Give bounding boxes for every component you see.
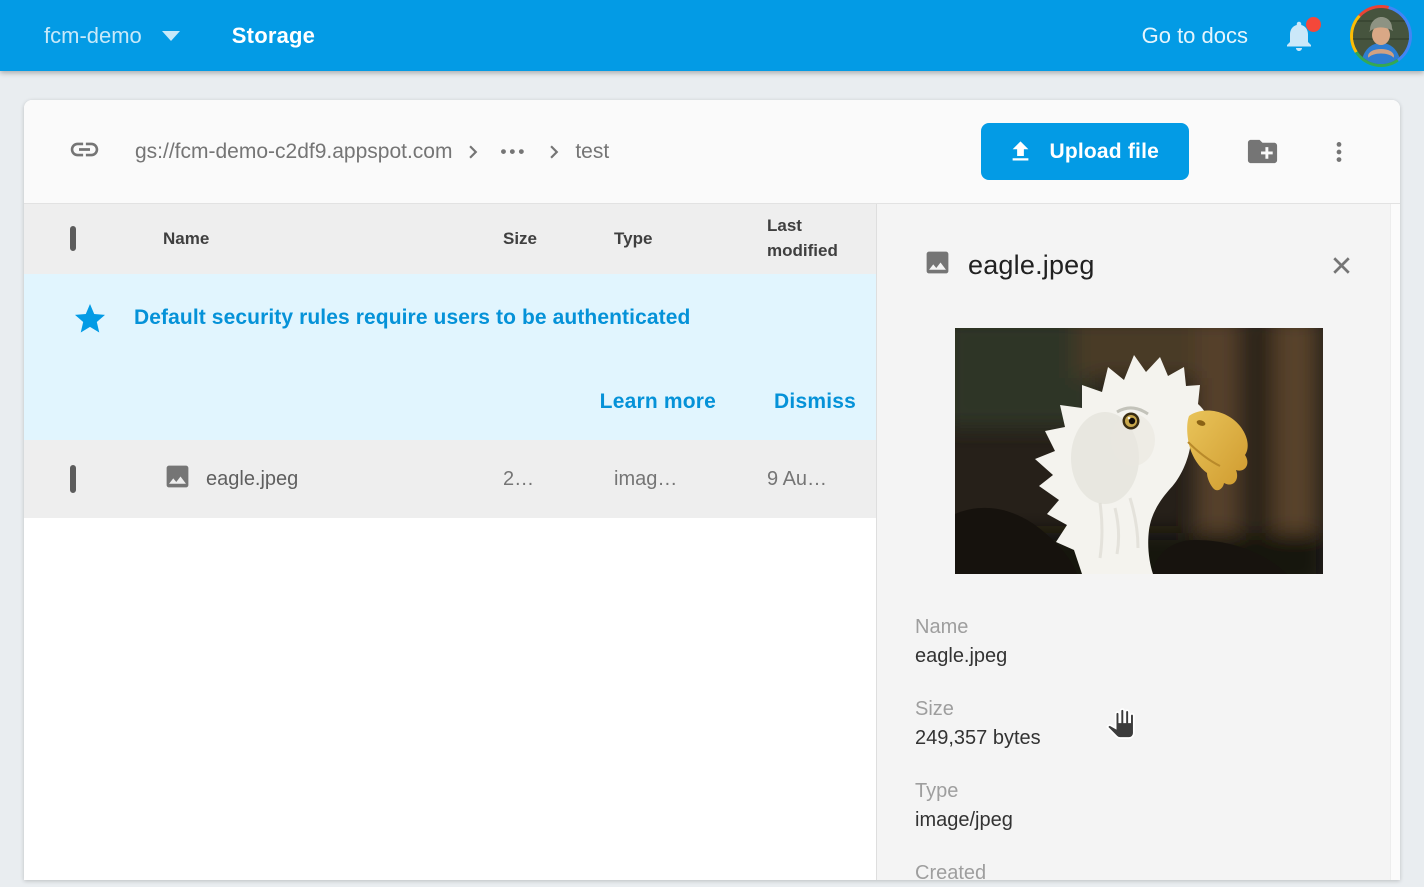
field-value: eagle.jpeg bbox=[915, 642, 1400, 670]
go-to-docs-link[interactable]: Go to docs bbox=[1142, 23, 1248, 49]
field-size: Size 249,357 bytes bbox=[915, 696, 1400, 752]
table-empty-space bbox=[24, 518, 876, 880]
chevron-right-icon bbox=[541, 139, 567, 165]
storage-card: gs://fcm-demo-c2df9.appspot.com ••• test… bbox=[24, 100, 1400, 880]
file-name: eagle.jpeg bbox=[206, 468, 298, 491]
upload-file-button[interactable]: Upload file bbox=[981, 123, 1189, 180]
page-title: Storage bbox=[232, 23, 315, 49]
create-folder-button[interactable] bbox=[1245, 134, 1280, 169]
field-label: Created bbox=[915, 860, 1400, 880]
chevron-right-icon bbox=[460, 139, 486, 165]
breadcrumb-bucket[interactable]: gs://fcm-demo-c2df9.appspot.com bbox=[135, 140, 452, 164]
column-header-last-modified: Last modified bbox=[767, 214, 876, 263]
image-file-icon bbox=[163, 462, 192, 497]
project-name: fcm-demo bbox=[44, 23, 142, 49]
dismiss-button[interactable]: Dismiss bbox=[774, 390, 856, 414]
file-last-modified: 9 Au… bbox=[767, 468, 876, 491]
column-header-type: Type bbox=[614, 229, 767, 249]
breadcrumb: gs://fcm-demo-c2df9.appspot.com ••• test bbox=[101, 139, 609, 165]
file-preview-image[interactable] bbox=[955, 328, 1323, 574]
breadcrumb-folder-test[interactable]: test bbox=[575, 140, 609, 164]
field-created: Created bbox=[915, 860, 1400, 880]
link-icon[interactable] bbox=[68, 133, 101, 171]
file-size: 2… bbox=[503, 468, 614, 491]
banner-message: Default security rules require users to … bbox=[134, 301, 690, 330]
row-checkbox[interactable] bbox=[70, 465, 76, 493]
column-header-name: Name bbox=[163, 229, 503, 249]
select-all-checkbox[interactable] bbox=[70, 226, 76, 251]
field-name: Name eagle.jpeg bbox=[915, 614, 1400, 670]
project-selector[interactable]: fcm-demo bbox=[44, 23, 180, 49]
field-type: Type image/jpeg bbox=[915, 778, 1400, 834]
field-value: image/jpeg bbox=[915, 806, 1400, 834]
field-label: Size bbox=[915, 696, 1400, 722]
storage-toolbar: gs://fcm-demo-c2df9.appspot.com ••• test… bbox=[24, 100, 1400, 204]
topbar-actions: Go to docs bbox=[1142, 5, 1412, 67]
upload-file-label: Upload file bbox=[1049, 140, 1159, 164]
notification-badge bbox=[1306, 17, 1321, 32]
table-header-row: Name Size Type Last modified bbox=[24, 204, 876, 274]
star-icon bbox=[72, 301, 108, 337]
security-rules-banner: Default security rules require users to … bbox=[24, 274, 876, 440]
notifications-bell-icon[interactable] bbox=[1281, 17, 1317, 55]
create-folder-icon bbox=[1245, 134, 1280, 169]
avatar-photo bbox=[1353, 8, 1409, 64]
field-value: 249,357 bytes bbox=[915, 724, 1400, 752]
close-icon bbox=[1327, 251, 1356, 280]
learn-more-button[interactable]: Learn more bbox=[600, 390, 716, 414]
column-header-size: Size bbox=[503, 229, 614, 249]
avatar[interactable] bbox=[1350, 5, 1412, 67]
breadcrumb-collapsed[interactable]: ••• bbox=[494, 142, 533, 162]
upload-icon bbox=[1007, 138, 1034, 165]
chevron-down-icon bbox=[162, 31, 180, 41]
file-details-panel: eagle.jpeg bbox=[876, 204, 1400, 880]
image-file-icon bbox=[923, 248, 952, 282]
close-panel-button[interactable] bbox=[1327, 251, 1356, 280]
field-label: Type bbox=[915, 778, 1400, 804]
overflow-menu-button[interactable] bbox=[1326, 139, 1352, 165]
table-row[interactable]: eagle.jpeg 2… imag… 9 Au… bbox=[24, 440, 876, 518]
file-type: imag… bbox=[614, 468, 767, 491]
file-table: Name Size Type Last modified Default sec… bbox=[24, 204, 876, 880]
file-metadata: Name eagle.jpeg Size 249,357 bytes Type … bbox=[877, 574, 1400, 880]
more-vert-icon bbox=[1326, 139, 1352, 165]
panel-title: eagle.jpeg bbox=[968, 250, 1095, 281]
field-label: Name bbox=[915, 614, 1400, 640]
app-header: fcm-demo Storage Go to docs bbox=[0, 0, 1424, 71]
